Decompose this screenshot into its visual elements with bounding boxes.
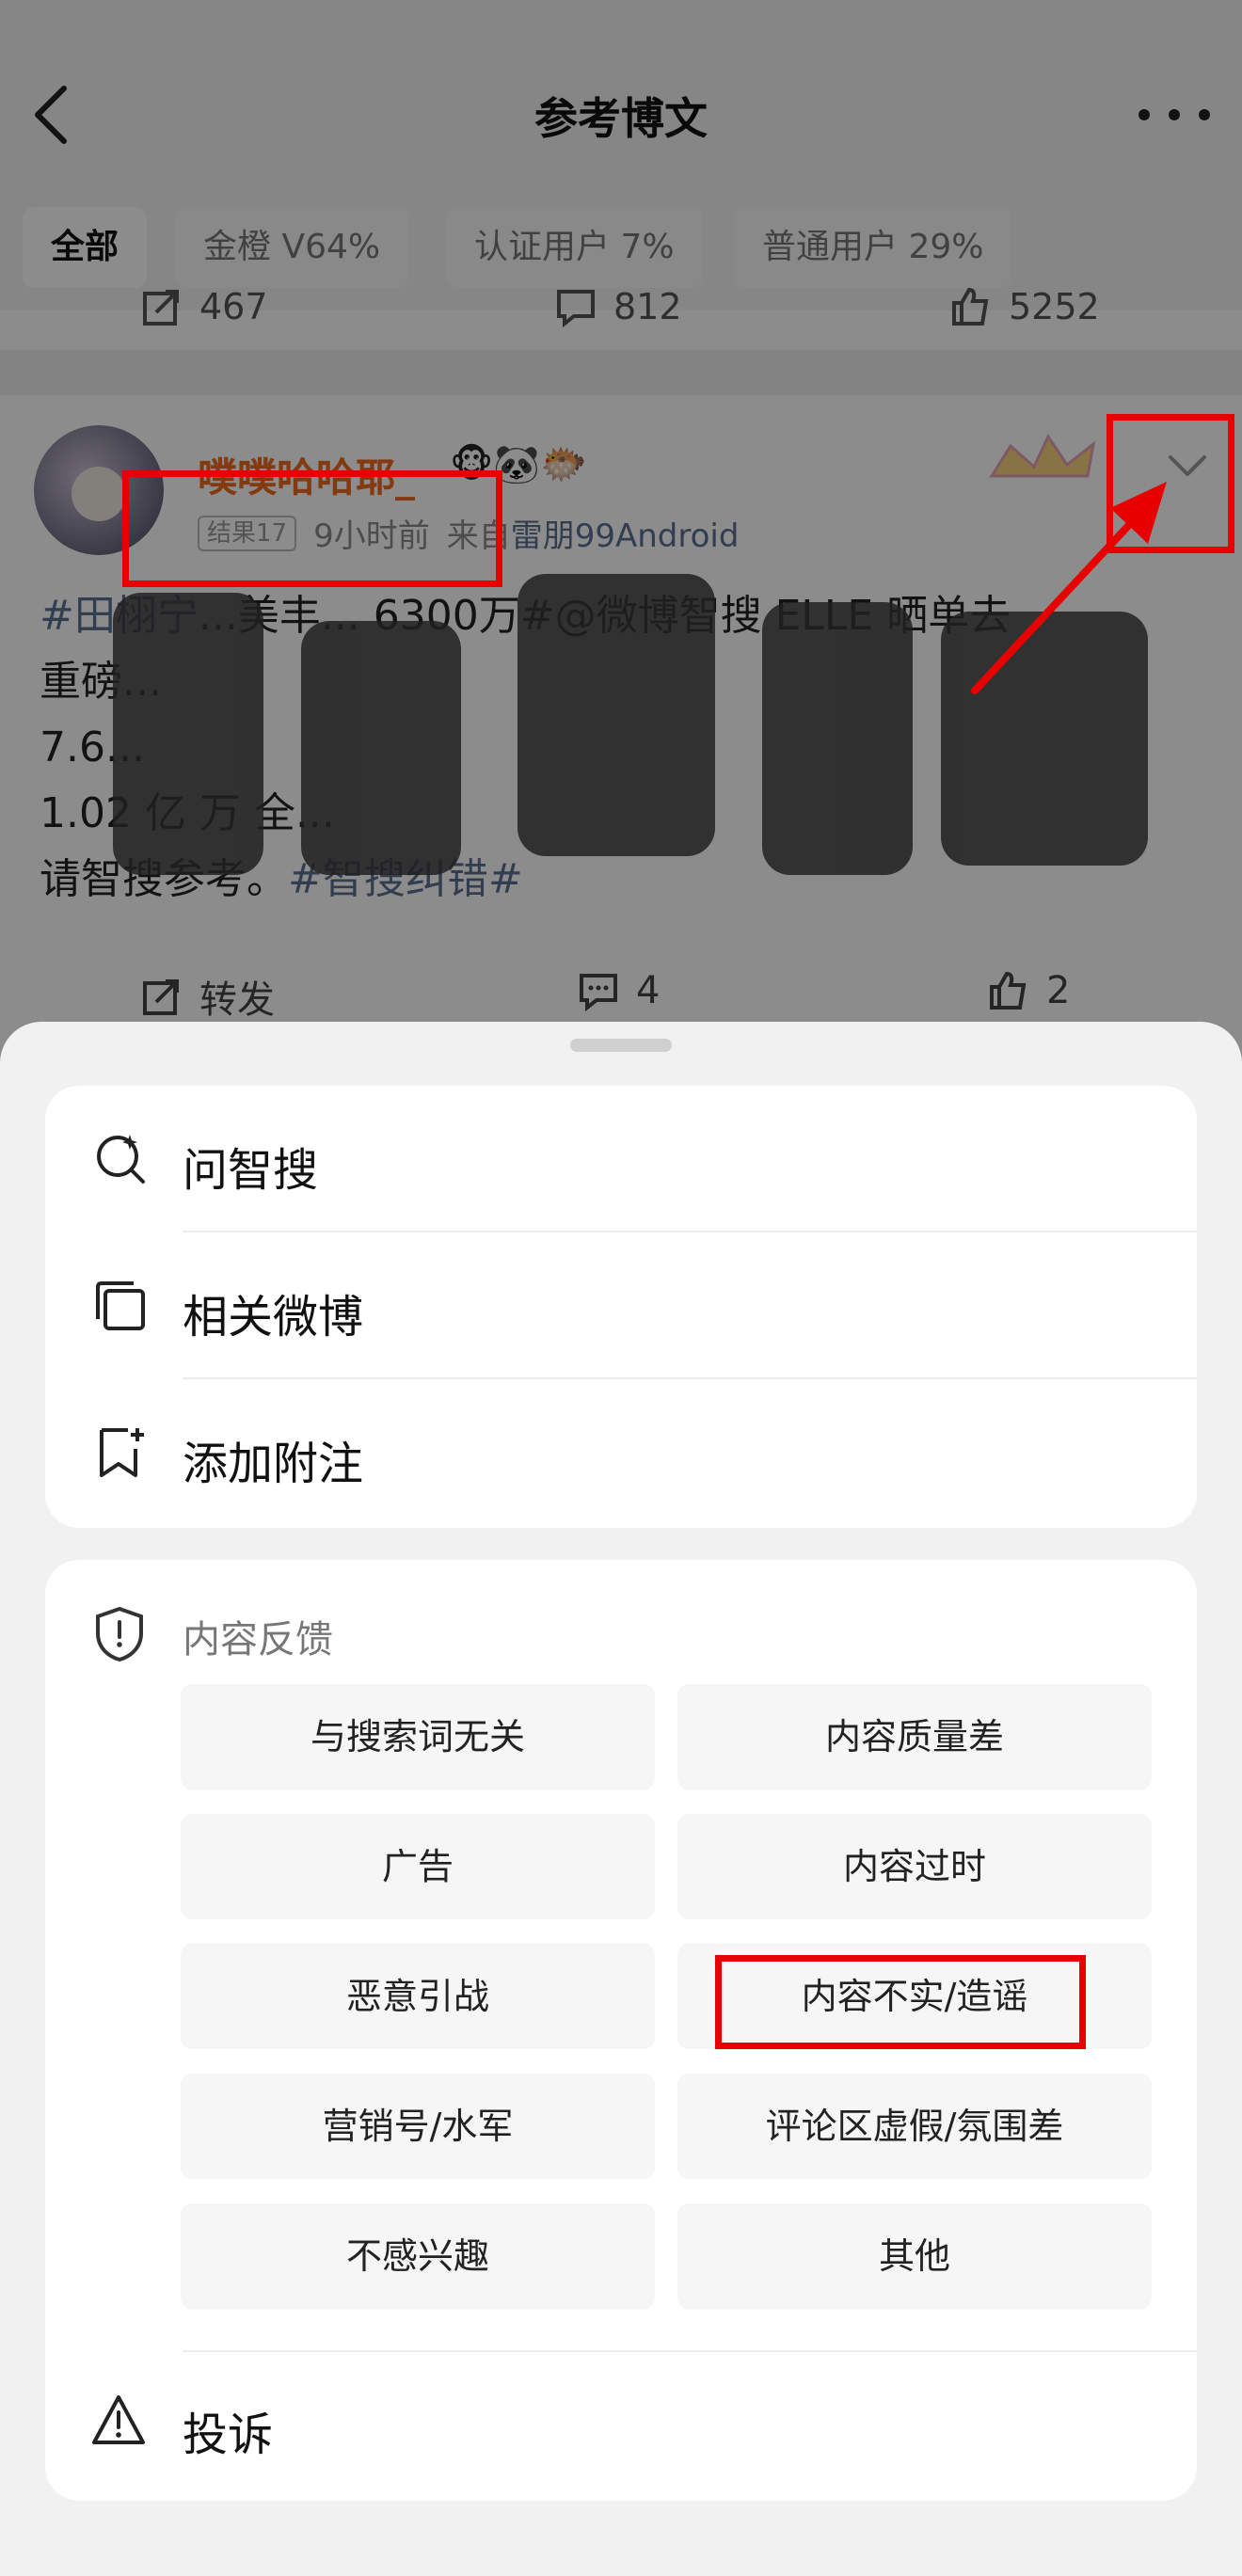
feedback-irrelevant[interactable]: 与搜索词无关: [181, 1684, 655, 1789]
feedback-fake-comments[interactable]: 评论区虚假/氛围差: [677, 2074, 1152, 2179]
menu-item-add-note[interactable]: 添加附注: [45, 1379, 1197, 1526]
feedback-other[interactable]: 其他: [677, 2203, 1152, 2309]
warning-icon[interactable]: [90, 2393, 147, 2446]
report-button[interactable]: 投诉: [183, 2397, 273, 2463]
feedback-title: 内容反馈: [183, 1618, 333, 1662]
shield-icon: [96, 1606, 143, 1662]
annotation-box-meta: [122, 470, 502, 587]
menu-label: 相关微博: [183, 1291, 364, 1344]
stack-icon: [96, 1281, 145, 1330]
bookmark-add-icon: [100, 1428, 144, 1477]
divider: [183, 2350, 1197, 2352]
bottom-sheet: 问智搜 相关微博 添加附注 内容反馈 与搜索词无关 内容质量差 广告 内容过时 …: [0, 1022, 1242, 2576]
sheet-drag-handle[interactable]: [570, 1039, 672, 1052]
search-ai-icon: [97, 1135, 145, 1184]
menu-item-related-weibo[interactable]: 相关微博: [45, 1232, 1197, 1379]
feedback-outdated[interactable]: 内容过时: [677, 1814, 1152, 1919]
action-menu-card: 问智搜 相关微博 添加附注: [45, 1086, 1197, 1528]
annotation-arrow-icon: [971, 482, 1167, 694]
feedback-spam-accounts[interactable]: 营销号/水军: [181, 2074, 655, 2179]
feedback-ad[interactable]: 广告: [181, 1814, 655, 1919]
feedback-not-interested[interactable]: 不感兴趣: [181, 2203, 655, 2309]
feedback-low-quality[interactable]: 内容质量差: [677, 1684, 1152, 1789]
annotation-box-false-rumor: [715, 1955, 1086, 2049]
feedback-provocation[interactable]: 恶意引战: [181, 1944, 655, 2049]
menu-item-ask-ai-search[interactable]: 问智搜: [45, 1086, 1197, 1232]
menu-label: 问智搜: [183, 1144, 319, 1197]
menu-label: 添加附注: [183, 1438, 364, 1490]
